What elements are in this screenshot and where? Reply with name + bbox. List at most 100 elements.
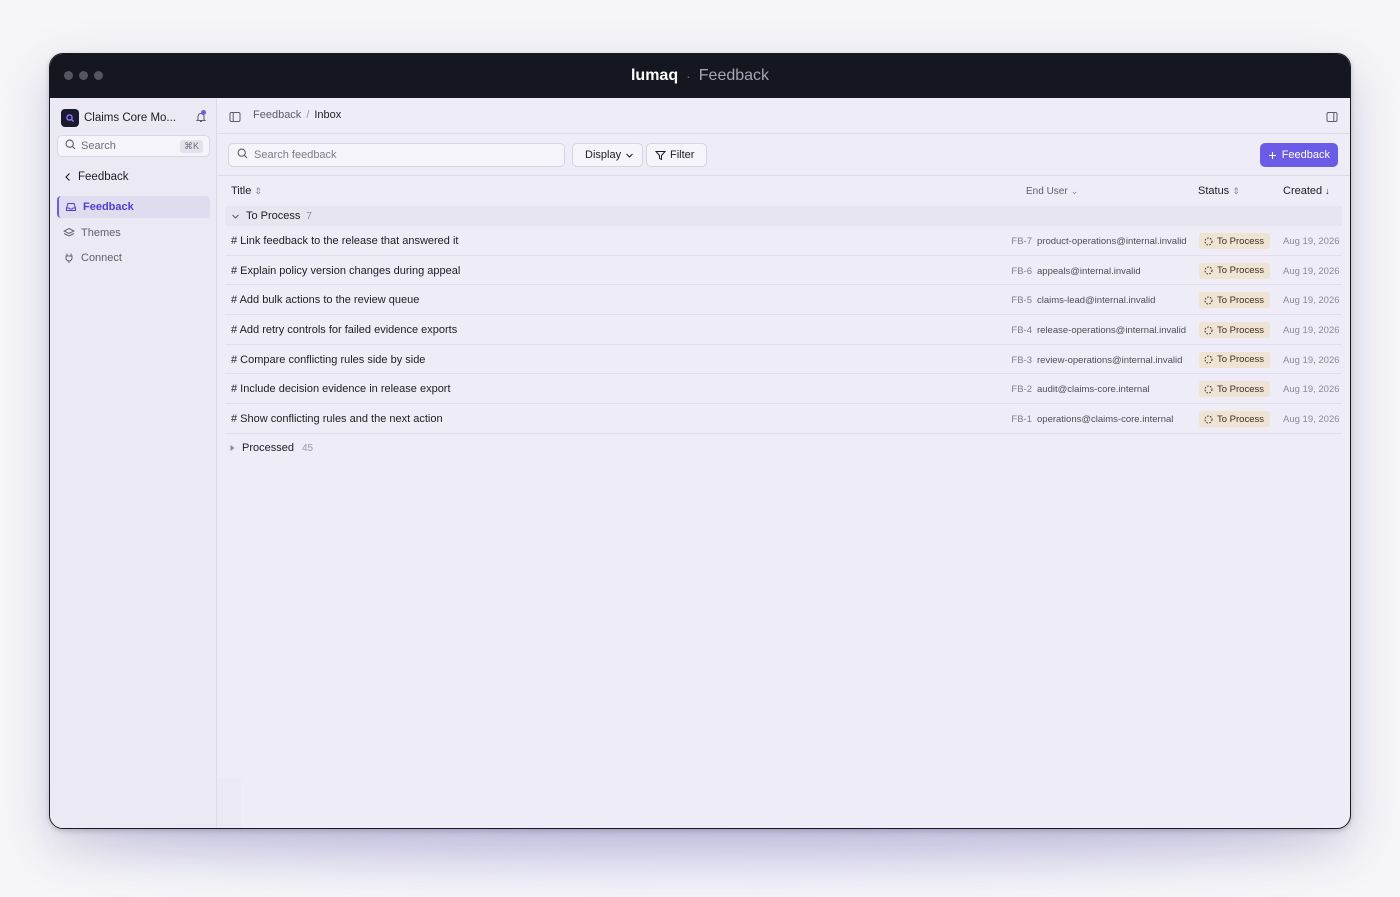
status-label: To Process	[1217, 413, 1264, 425]
dashed-circle-icon	[1204, 237, 1213, 245]
workspace-switcher[interactable]: Claims Core Mo...	[61, 108, 211, 128]
table-row[interactable]: # Explain policy version changes during …	[225, 256, 1342, 286]
dashed-circle-icon	[1204, 385, 1213, 394]
row-title: # Add retry controls for failed evidence…	[231, 324, 458, 337]
status-badge[interactable]: To Process	[1199, 262, 1270, 279]
display-button[interactable]: Display	[572, 143, 644, 167]
back-link[interactable]: Feedback	[64, 171, 129, 183]
row-id: FB-4	[1011, 325, 1032, 337]
column-end-user[interactable]: End User ⌄	[1026, 186, 1078, 197]
layers-icon	[63, 227, 75, 237]
row-created: Aug 19, 2026	[1283, 265, 1340, 277]
sidebar-item-feedback[interactable]: Feedback	[57, 196, 210, 218]
bell-icon[interactable]	[195, 110, 207, 128]
plus-icon	[1268, 151, 1276, 159]
column-end-user-label: End User	[1026, 186, 1068, 197]
sort-icon: ⇕	[1232, 185, 1240, 196]
group-header-to-process[interactable]: To Process 7	[225, 206, 1342, 226]
group-label: Processed	[242, 442, 294, 454]
row-id: FB-2	[1011, 384, 1032, 396]
column-status[interactable]: Status ⇕	[1198, 185, 1240, 197]
table-row[interactable]: # Include decision evidence in release e…	[225, 374, 1342, 405]
status-badge[interactable]: To Process	[1199, 233, 1270, 249]
status-label: To Process	[1217, 383, 1264, 395]
inbox-icon	[66, 203, 76, 211]
table-header: Title ⇕ End User ⌄ Status ⇕ Created ↓	[217, 176, 1350, 206]
filter-button[interactable]: Filter	[646, 143, 708, 167]
dashed-circle-icon	[1204, 355, 1213, 364]
table-row[interactable]: # Add retry controls for failed evidence…	[225, 315, 1342, 345]
sidebar-toggle-icon[interactable]	[229, 110, 241, 128]
table-row[interactable]: # Add bulk actions to the review queue F…	[225, 285, 1342, 316]
status-label: To Process	[1217, 265, 1264, 277]
row-id: FB-6	[1011, 265, 1032, 277]
row-email: operations@claims-core.internal	[1037, 414, 1174, 426]
column-created-label: Created	[1283, 185, 1323, 197]
row-id: FB-3	[1011, 354, 1032, 366]
sidebar-item-connect[interactable]: Connect	[57, 247, 210, 269]
row-id: FB-5	[1011, 295, 1032, 307]
new-feedback-button[interactable]: Feedback	[1259, 143, 1338, 167]
group-count: 7	[306, 210, 312, 222]
status-badge[interactable]: To Process	[1199, 411, 1270, 428]
sidebar-search-label: Search	[81, 140, 116, 152]
dashed-circle-icon	[1204, 266, 1213, 275]
status-label: To Process	[1217, 354, 1264, 366]
sidebar-item-label: Themes	[81, 226, 121, 239]
app-window: lumaq · Feedback Claims Core Mo... Searc…	[49, 53, 1351, 829]
row-email: release-operations@internal.invalid	[1037, 325, 1187, 337]
close-dot[interactable]	[64, 71, 73, 80]
main-content: Feedback / Inbox Display Filter	[217, 98, 1350, 828]
arrow-down-icon: ↓	[1325, 186, 1330, 196]
row-title: # Add bulk actions to the review queue	[231, 294, 420, 307]
row-id: FB-7	[1011, 236, 1032, 247]
sidebar-item-themes[interactable]: Themes	[57, 222, 210, 244]
status-badge[interactable]: To Process	[1199, 351, 1270, 368]
sort-icon: ⇕	[254, 185, 262, 196]
dashed-circle-icon	[1204, 415, 1213, 424]
feedback-search[interactable]	[228, 143, 565, 167]
chevron-left-icon	[65, 173, 70, 181]
table-row[interactable]: # Compare conflicting rules side by side…	[225, 345, 1342, 375]
row-title: # Compare conflicting rules side by side	[231, 353, 426, 366]
minimize-dot[interactable]	[79, 71, 88, 80]
column-created[interactable]: Created ↓	[1283, 185, 1330, 197]
plug-icon	[65, 253, 73, 263]
row-title: # Include decision evidence in release e…	[231, 383, 451, 396]
search-feedback-input[interactable]	[254, 149, 554, 161]
column-title-label: Title	[231, 185, 252, 197]
maximize-dot[interactable]	[94, 71, 103, 80]
row-created: Aug 19, 2026	[1283, 414, 1340, 426]
search-shortcut: ⌘K	[179, 140, 203, 153]
table-row[interactable]: # Show conflicting rules and the next ac…	[225, 404, 1342, 434]
detail-panel-toggle-icon[interactable]	[1326, 110, 1338, 128]
sidebar-search[interactable]: Search ⌘K	[57, 135, 210, 157]
status-badge[interactable]: To Process	[1199, 322, 1270, 339]
top-bar: Feedback / Inbox	[217, 98, 1350, 134]
workspace-name: Claims Core Mo...	[84, 112, 177, 124]
row-created: Aug 19, 2026	[1283, 354, 1340, 366]
status-label: To Process	[1217, 324, 1264, 336]
row-title: # Show conflicting rules and the next ac…	[231, 413, 443, 426]
table-row[interactable]: # Link feedback to the release that answ…	[225, 226, 1342, 256]
column-title[interactable]: Title ⇕	[231, 185, 262, 197]
status-badge[interactable]: To Process	[1199, 381, 1270, 398]
row-email: review-operations@internal.invalid	[1037, 354, 1183, 366]
breadcrumb: Feedback / Inbox	[253, 109, 341, 121]
status-label: To Process	[1217, 235, 1264, 247]
new-feedback-label: Feedback	[1281, 149, 1330, 161]
toolbar: Display Filter Feedback	[217, 134, 1350, 176]
sidebar-item-label: Connect	[81, 252, 122, 264]
search-icon	[237, 146, 248, 164]
row-email: appeals@internal.invalid	[1037, 265, 1141, 277]
group-header-processed[interactable]: Processed 45	[229, 442, 313, 454]
breadcrumb-separator: /	[306, 109, 310, 121]
status-badge[interactable]: To Process	[1199, 292, 1270, 309]
sidebar-nav: Feedback Themes Connect	[57, 196, 210, 273]
breadcrumb-current: Inbox	[314, 109, 342, 121]
breadcrumb-root[interactable]: Feedback	[253, 109, 301, 121]
row-email: product-operations@internal.invalid	[1037, 236, 1187, 247]
status-label: To Process	[1217, 294, 1264, 306]
display-button-label: Display	[585, 149, 622, 161]
chevron-down-icon	[232, 214, 239, 219]
